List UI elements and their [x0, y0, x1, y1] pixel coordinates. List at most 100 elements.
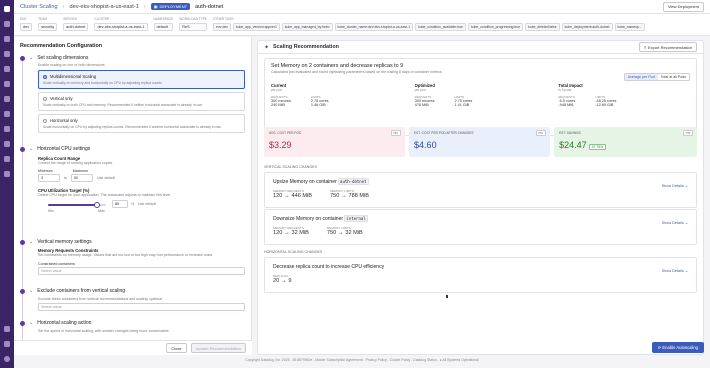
max-label: Maximum	[72, 169, 89, 173]
watchdog-icon[interactable]	[4, 36, 10, 42]
tag-chip[interactable]: kube_deleted:false	[525, 23, 560, 31]
change-title: Upsize Memory on container auth-dotnet	[273, 178, 688, 185]
memory-constraints-subtitle: Set constraints on memory usage. Values …	[38, 253, 214, 257]
aggregation-toggle: Average per Pod Total at all Pods	[623, 73, 690, 81]
show-details-link[interactable]: Show Details ⌄	[662, 220, 688, 225]
cpu-target-input[interactable]: 85	[112, 200, 128, 208]
optimized-column: Optimized per pod REQUESTS 300 mcores 478 …	[409, 83, 553, 107]
step-horizontal-action-body: Set the speed of horizontal scaling, wit…	[38, 329, 245, 333]
tag-label: ENV	[20, 17, 27, 21]
tag-chip[interactable]: kube_app_version:appver1	[232, 23, 280, 31]
replica-range-subtitle: Control the range of running application…	[38, 161, 114, 165]
tag-chip[interactable]: kube_condition_available:true	[415, 23, 466, 31]
tag-label: CLUSTER	[94, 17, 110, 21]
user-icon[interactable]	[4, 356, 10, 362]
step-scaling-dimensions[interactable]: ⌄ Set scaling dimensions	[20, 55, 88, 61]
search-icon[interactable]	[4, 21, 10, 27]
settings-icon[interactable]	[4, 326, 10, 332]
tag-chip[interactable]: kube_condition_progressing:true	[467, 23, 524, 31]
total-all-pods-option[interactable]: Total at all Pods	[658, 74, 689, 80]
enable-autoscaling-button[interactable]: ⟳ Enable Autoscaling	[651, 342, 704, 353]
tag-label: WORKLOAD TYPE	[179, 17, 208, 21]
chevron-down-icon: ⌄	[29, 320, 34, 326]
from-value: 120	[273, 230, 283, 236]
cost-label: EST. SAVINGS	[559, 131, 581, 135]
tag-value[interactable]: dev	[20, 23, 33, 31]
change-title-text: Downsize Memory on container	[273, 216, 344, 222]
breadcrumb-separator: ›	[62, 3, 65, 10]
step-exclude-containers-body: Exclude these containers from vertical r…	[38, 297, 245, 311]
current-column: Current per pod REQUESTS 300 mcores 240 Mi…	[265, 83, 409, 107]
breadcrumb-cluster-scaling[interactable]: Cluster Scaling	[20, 4, 58, 10]
export-recommendation-button[interactable]: ⇪ Export Recommendation	[638, 42, 697, 52]
tag-value[interactable]: ReS	[179, 23, 208, 31]
option-description: Scale horizontally on CPU by adjusting r…	[43, 124, 222, 129]
other-tags-row: env:dev kube_app_version:appver1 kube_ap…	[213, 23, 645, 31]
tag-chip[interactable]: kube_namesp...	[614, 23, 645, 31]
sparkle-icon: ✦	[264, 44, 270, 51]
arrow-right-icon: →	[280, 278, 287, 284]
cost-value: $4.60	[414, 140, 437, 150]
show-details-link[interactable]: Show Details ⌄	[662, 183, 688, 188]
option-vertical-only[interactable]: Vertical only Scale vertically on both C…	[38, 92, 245, 111]
tag-chip[interactable]: kube_deployment:auth-dotnet	[561, 23, 613, 31]
slider-max-label: Max	[98, 209, 105, 213]
radio-icon	[43, 74, 47, 79]
logo-icon[interactable]	[4, 6, 10, 12]
infrastructure-icon[interactable]	[4, 81, 10, 87]
slider-min-label: Min	[48, 209, 54, 213]
scaling-recommendation-area: ✦ Scaling Recommendation ⇪ Export Recomm…	[253, 37, 708, 355]
step-horizontal-action[interactable]: ⌄ Horizontal scaling action	[20, 320, 91, 326]
cost-period-badge: 7/hr	[535, 130, 546, 136]
tag-label: TEAM	[38, 17, 47, 21]
step-title: Exclude containers from vertical scaling	[37, 288, 126, 294]
option-multidimensional[interactable]: Multidimensional Scaling Scale verticall…	[38, 70, 245, 89]
show-details-link[interactable]: Show Details ⌄	[662, 268, 688, 273]
max-replicas-input[interactable]: 50	[71, 174, 93, 182]
logs-icon[interactable]	[4, 126, 10, 132]
chevron-down-icon: ⌄	[29, 288, 34, 294]
help-icon[interactable]	[4, 341, 10, 347]
cost-cards: AVG. COST PER POD $3.29 7/hr EST. COST P…	[264, 127, 697, 157]
tag-value[interactable]: default	[153, 23, 174, 31]
deployment-chip: ▣ DEPLOYMENT	[150, 3, 191, 10]
dashboards-icon[interactable]	[4, 156, 10, 162]
cpu-target-slider[interactable]	[48, 202, 106, 208]
step-vertical-memory[interactable]: ⌄ Vertical memory settings	[20, 239, 92, 245]
cpu-target-slider-fill	[48, 204, 98, 206]
other-tags: OTHER TAGS env:dev kube_app_version:appv…	[213, 17, 645, 31]
average-per-pod-option[interactable]: Average per Pod	[624, 74, 658, 80]
step-horizontal-cpu[interactable]: ⌄ Horizontal CPU settings	[20, 146, 90, 152]
chevron-down-icon: ⌄	[29, 146, 34, 152]
security-icon[interactable]	[4, 141, 10, 147]
step-exclude-containers[interactable]: ⌄ Exclude containers from vertical scali…	[20, 288, 125, 294]
metrics-icon[interactable]	[4, 66, 10, 72]
view-deployment-button[interactable]: View Deployment	[662, 1, 704, 12]
cost-label: AVG. COST PER POD	[269, 131, 302, 135]
show-details-label: Show Details	[661, 221, 684, 225]
option-title: Vertical only	[50, 96, 73, 101]
option-horizontal-only[interactable]: Horizontal only Scale horizontally on CP…	[38, 114, 245, 133]
cpu-target-slider-handle[interactable]	[94, 202, 101, 208]
constrained-containers-select[interactable]: Select value	[38, 267, 245, 275]
arrow-right-icon: →	[337, 230, 344, 236]
monitors-icon[interactable]	[4, 96, 10, 102]
tag-value[interactable]: dev-eks-shopist-a-us-east-1	[94, 23, 148, 31]
tag-chip[interactable]: kube_app_managed_by:helm	[281, 23, 333, 31]
integrations-icon[interactable]	[4, 171, 10, 177]
to-label: to	[64, 176, 67, 180]
apm-icon[interactable]	[4, 111, 10, 117]
tag-chip[interactable]: kube_cluster_name:dev-eks-shopist-a-us-e…	[334, 23, 414, 31]
cost-value: $24.47	[559, 140, 587, 150]
horizontal-changes-label: HORIZONTAL SCALING CHANGES	[264, 250, 323, 254]
tag-value[interactable]: auth-dotnet	[63, 23, 89, 31]
tag-chip[interactable]: env:dev	[213, 23, 231, 31]
tag-value[interactable]: security	[38, 23, 58, 31]
exclude-containers-select[interactable]: Select value	[38, 303, 245, 311]
update-recommendation-button[interactable]: Update Recommendation	[190, 343, 246, 353]
close-button[interactable]: Close	[166, 343, 187, 353]
scaling-recommendation-panel: ✦ Scaling Recommendation ⇪ Export Recomm…	[257, 40, 704, 355]
breadcrumb-cluster[interactable]: dev-eks-shopist-a-us-east-1	[70, 4, 139, 10]
min-replicas-input[interactable]: 3	[38, 174, 60, 182]
services-icon[interactable]	[4, 51, 10, 57]
